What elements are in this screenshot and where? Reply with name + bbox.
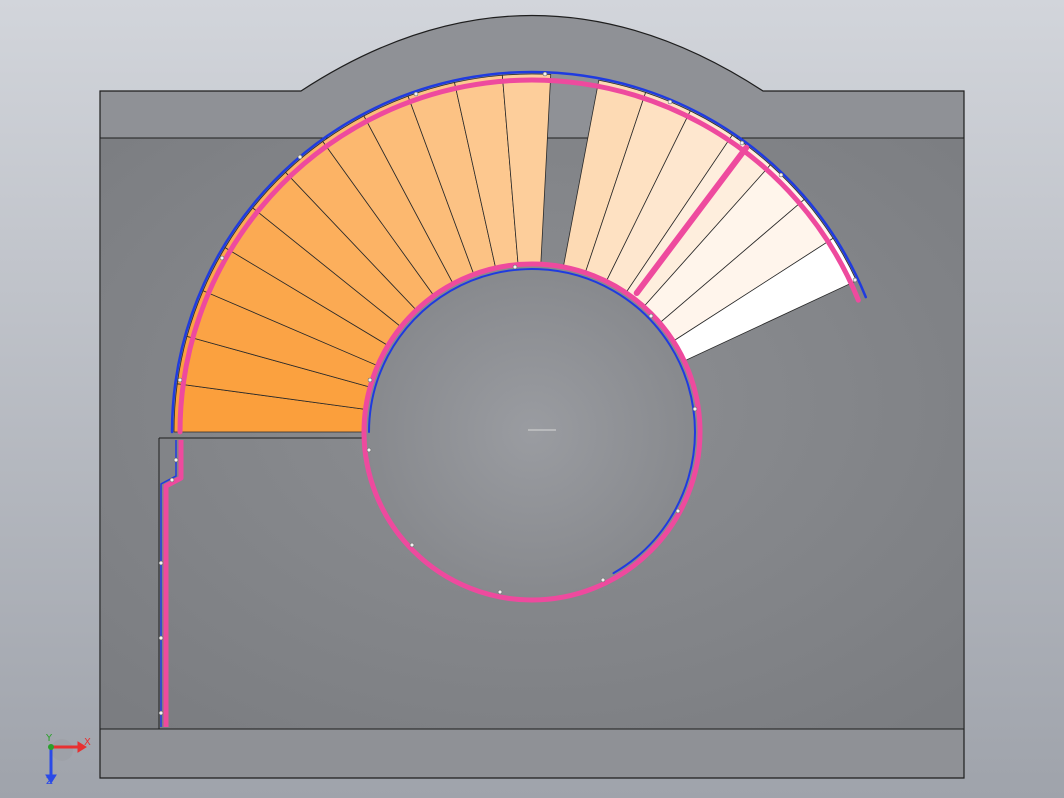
rail-post[interactable]: [512, 264, 518, 270]
rail-post[interactable]: [177, 377, 183, 383]
rail-post[interactable]: [366, 447, 372, 453]
rail-post[interactable]: [778, 172, 784, 178]
rail-post[interactable]: [739, 140, 745, 146]
rail-post[interactable]: [600, 577, 606, 583]
rail-post[interactable]: [158, 710, 164, 716]
rail-post[interactable]: [158, 560, 164, 566]
y-axis-label: Y: [45, 733, 53, 744]
rail-post[interactable]: [173, 457, 179, 463]
rail-post[interactable]: [692, 406, 698, 412]
rail-post[interactable]: [675, 508, 681, 514]
rail-post[interactable]: [158, 635, 164, 641]
z-axis-label: Z: [46, 776, 53, 787]
x-axis-label: X: [84, 737, 91, 748]
rail-post[interactable]: [169, 477, 175, 483]
rail-post[interactable]: [297, 154, 303, 160]
rail-post[interactable]: [219, 255, 225, 261]
rail-post[interactable]: [667, 99, 673, 105]
cad-viewport[interactable]: X Y Z: [0, 0, 1064, 798]
rail-post[interactable]: [409, 542, 415, 548]
rail-post[interactable]: [367, 377, 373, 383]
rail-post[interactable]: [852, 277, 858, 283]
rail-post[interactable]: [497, 589, 503, 595]
rail-post[interactable]: [413, 91, 419, 97]
y-axis-dot-icon: [48, 744, 54, 750]
model-scene[interactable]: X Y Z: [0, 0, 1064, 798]
rail-post[interactable]: [542, 71, 548, 77]
rail-post[interactable]: [648, 313, 654, 319]
